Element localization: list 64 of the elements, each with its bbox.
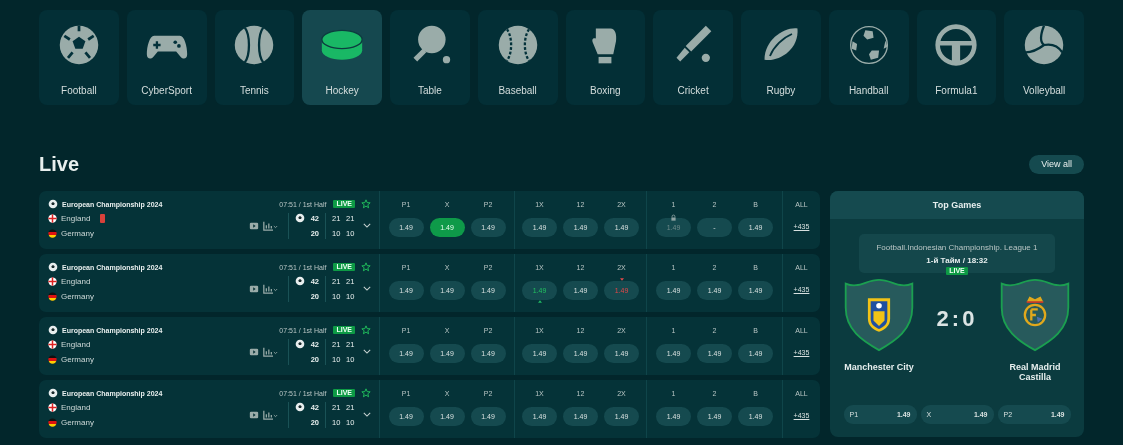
soccer-ball-icon	[48, 325, 58, 335]
view-all-button[interactable]: View all	[1029, 154, 1084, 174]
sport-tab[interactable]: Cricket	[653, 10, 733, 105]
sport-tab[interactable]: Handball	[828, 10, 909, 105]
lock-icon	[670, 214, 677, 221]
chevron-down-icon[interactable]	[363, 286, 371, 291]
soccer-ball-icon	[294, 213, 305, 223]
soccer-ball-icon	[294, 402, 305, 412]
soccer-ball-icon	[294, 339, 305, 349]
sport-tab[interactable]: Tennis	[214, 10, 295, 105]
chevron-down-icon[interactable]	[363, 223, 371, 228]
flag-icon	[48, 339, 57, 349]
league-name: Football.Indonesian Championship. League 1	[876, 242, 1038, 252]
match-period: 1-й Тайм / 18:32	[926, 255, 988, 265]
stats-icon[interactable]	[262, 346, 278, 357]
soccer-ball-icon	[294, 276, 305, 286]
section-title: Live	[39, 152, 80, 176]
chevron-down-icon[interactable]	[363, 349, 371, 354]
flag-icon	[48, 291, 57, 301]
team-name: England	[61, 213, 91, 223]
team-name: Germany	[61, 354, 94, 364]
sport-tab[interactable]: Table	[390, 10, 470, 105]
star-icon[interactable]	[361, 199, 371, 209]
team-name: Germany	[61, 417, 94, 427]
team-name: Real Madrid Castilla	[1008, 362, 1062, 382]
stats-icon[interactable]	[262, 220, 278, 231]
arrow-up-icon	[537, 300, 542, 303]
star-icon[interactable]	[361, 262, 371, 272]
sport-tab[interactable]: Formula1	[916, 10, 997, 105]
arrow-down-icon	[619, 278, 624, 281]
team-name: Germany	[61, 228, 94, 238]
team-name: England	[61, 276, 91, 286]
sport-tab[interactable]: Volleyball	[1004, 10, 1084, 105]
sport-tab[interactable]: Baseball	[477, 10, 558, 105]
chevron-down-icon[interactable]	[363, 412, 371, 417]
soccer-ball-icon	[48, 262, 58, 272]
flag-icon	[48, 213, 57, 223]
sport-tab[interactable]: CyberSport	[126, 10, 207, 105]
flag-icon	[48, 417, 57, 427]
soccer-ball-icon	[48, 388, 58, 398]
flag-icon	[48, 276, 57, 286]
team-name: England	[61, 339, 91, 349]
sport-tab[interactable]: Rugby	[741, 10, 821, 105]
star-icon[interactable]	[361, 388, 371, 398]
sport-tab[interactable]: Boxing	[565, 10, 646, 105]
match-score: 2:0	[936, 306, 978, 332]
team-name: England	[61, 402, 91, 412]
stats-icon[interactable]	[262, 283, 278, 294]
video-icon[interactable]	[248, 220, 259, 231]
panel-title: Top Games	[830, 191, 1084, 219]
video-icon[interactable]	[248, 409, 259, 420]
video-icon[interactable]	[248, 346, 259, 357]
flag-icon	[48, 228, 57, 238]
team-name: Germany	[61, 291, 94, 301]
flag-icon	[48, 354, 57, 364]
sport-tab[interactable]: Football	[39, 10, 119, 105]
steering-wheel-icon	[934, 23, 979, 67]
soccer-ball-icon	[48, 199, 58, 209]
team-name: Manchester City	[844, 362, 914, 372]
flag-icon	[48, 402, 57, 412]
star-icon[interactable]	[361, 325, 371, 335]
stats-icon[interactable]	[262, 409, 278, 420]
sport-tab[interactable]: Hockey	[302, 10, 382, 105]
video-icon[interactable]	[248, 283, 259, 294]
